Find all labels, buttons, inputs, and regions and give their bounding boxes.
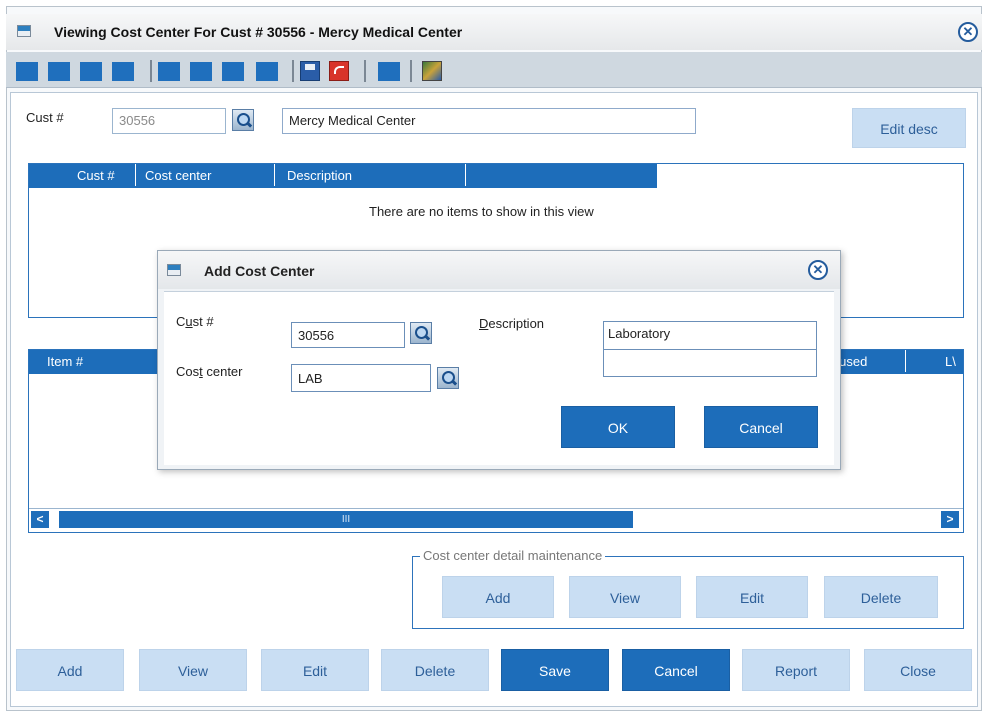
edit-button[interactable]: Edit — [261, 649, 369, 691]
col-cost-center[interactable]: Cost center — [145, 165, 211, 187]
dialog-description-field[interactable]: Laboratory — [603, 321, 817, 377]
dialog-description-label: Description — [479, 316, 545, 331]
dialog-body: Cust # 30556 Cost center LAB Description… — [164, 291, 834, 465]
dialog-ok-button[interactable]: OK — [561, 406, 675, 448]
dialog-cost-center-field[interactable]: LAB — [291, 364, 431, 392]
dialog-cancel-button[interactable]: Cancel — [704, 406, 818, 448]
dialog-title: Add Cost Center — [204, 263, 315, 279]
toolbar-button-8[interactable] — [256, 62, 278, 81]
add-cost-center-dialog: Add Cost Center ✕ Cust # 30556 Cost cent… — [157, 250, 841, 470]
description-value: Laboratory — [608, 326, 671, 341]
col-item-number[interactable]: Item # — [47, 351, 83, 373]
toolbar-button-5[interactable] — [158, 62, 180, 81]
close-icon[interactable]: ✕ — [958, 22, 978, 42]
dialog-cust-lookup-button[interactable] — [410, 322, 432, 344]
toolbar-separator — [150, 60, 152, 82]
window-icon — [17, 25, 31, 37]
grid-header: Cust # Cost center Description — [29, 164, 657, 188]
toolbar-separator — [364, 60, 366, 82]
toolbar-button-6[interactable] — [190, 62, 212, 81]
cust-label: Cust # — [26, 110, 64, 125]
toolbar-button-1[interactable] — [16, 62, 38, 81]
toolbar — [6, 52, 982, 88]
delete-button[interactable]: Delete — [381, 649, 489, 691]
scroll-right-icon[interactable]: > — [941, 511, 959, 528]
toolbar-button-2[interactable] — [48, 62, 70, 81]
cust-name-field[interactable]: Mercy Medical Center — [282, 108, 696, 134]
toolbar-separator — [410, 60, 412, 82]
dialog-window-icon — [167, 264, 181, 276]
add-button[interactable]: Add — [16, 649, 124, 691]
edit-desc-button[interactable]: Edit desc — [852, 108, 966, 148]
detail-add-button[interactable]: Add — [442, 576, 554, 618]
dialog-cost-center-lookup-button[interactable] — [437, 367, 459, 389]
save-button[interactable]: Save — [501, 649, 609, 691]
empty-message: There are no items to show in this view — [369, 204, 594, 219]
cust-lookup-button[interactable] — [232, 109, 254, 131]
view-button[interactable]: View — [139, 649, 247, 691]
toolbar-button-9[interactable] — [378, 62, 400, 81]
dialog-cust-label: Cust # — [176, 314, 214, 329]
detail-delete-button[interactable]: Delete — [824, 576, 938, 618]
export-icon[interactable] — [422, 61, 442, 81]
scroll-thumb[interactable]: III — [59, 511, 633, 528]
detail-edit-button[interactable]: Edit — [696, 576, 808, 618]
detail-view-button[interactable]: View — [569, 576, 681, 618]
undo-icon[interactable] — [329, 61, 349, 81]
window-title: Viewing Cost Center For Cust # 30556 - M… — [54, 24, 463, 40]
close-button[interactable]: Close — [864, 649, 972, 691]
dialog-close-icon[interactable]: ✕ — [808, 260, 828, 280]
report-button[interactable]: Report — [742, 649, 850, 691]
save-icon[interactable] — [300, 61, 320, 81]
toolbar-button-4[interactable] — [112, 62, 134, 81]
col-cust-number[interactable]: Cust # — [77, 165, 115, 187]
cust-number-field[interactable]: 30556 — [112, 108, 226, 134]
col-last-year[interactable]: L\ — [945, 351, 956, 373]
dialog-cust-field[interactable]: 30556 — [291, 322, 405, 348]
dialog-cost-center-label: Cost center — [176, 364, 243, 379]
horizontal-scrollbar[interactable]: < III > — [29, 508, 963, 530]
scroll-left-icon[interactable]: < — [31, 511, 49, 528]
detail-group-legend: Cost center detail maintenance — [420, 548, 606, 563]
toolbar-button-3[interactable] — [80, 62, 102, 81]
cancel-button[interactable]: Cancel — [622, 649, 730, 691]
col-description[interactable]: Description — [287, 165, 352, 187]
toolbar-separator — [292, 60, 294, 82]
toolbar-button-7[interactable] — [222, 62, 244, 81]
